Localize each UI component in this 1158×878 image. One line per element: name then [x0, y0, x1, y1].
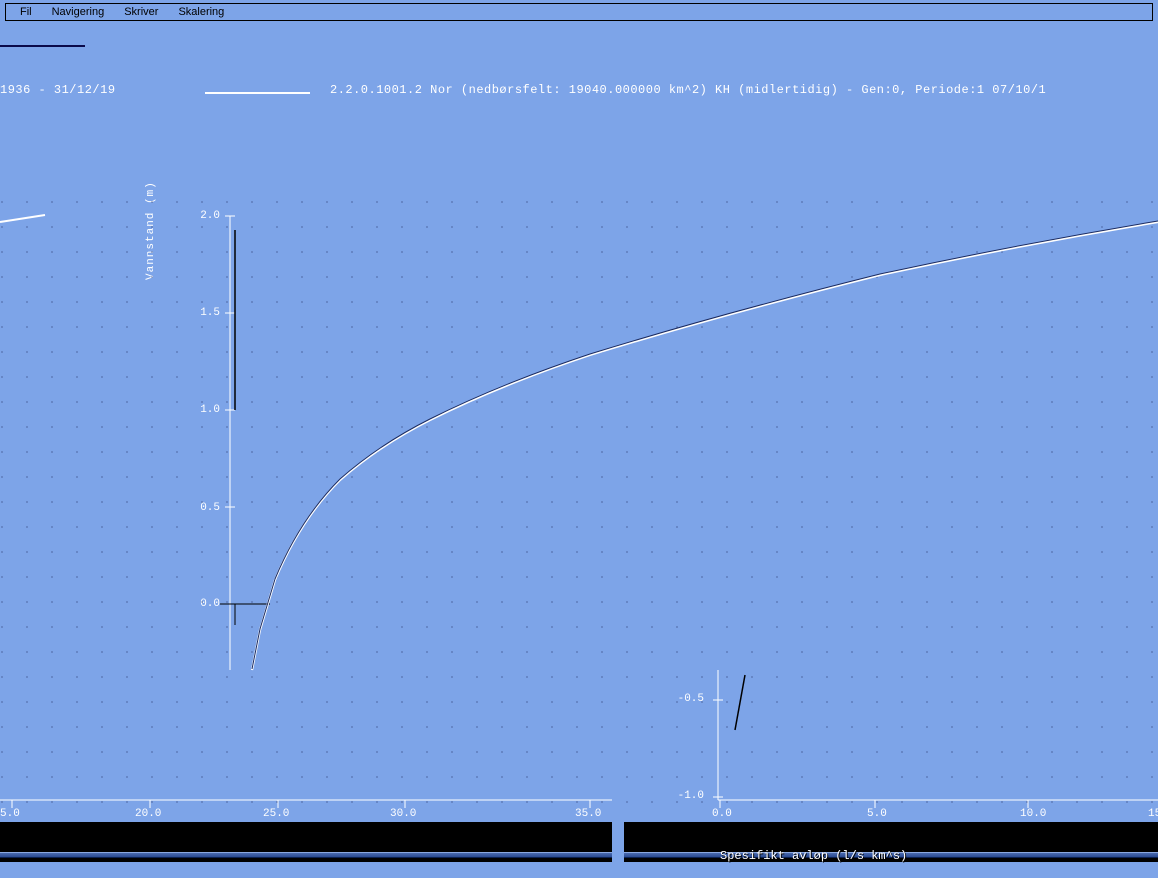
menu-skriver[interactable]: Skriver — [116, 5, 166, 19]
menu-skalering[interactable]: Skalering — [170, 5, 232, 19]
chart-canvas — [0, 200, 1158, 878]
legend-line-2 — [205, 92, 310, 94]
menu-fil[interactable]: Fil — [12, 5, 40, 19]
menubar: Fil Navigering Skriver Skalering — [5, 3, 1153, 21]
x-axis-label-right: Spesifikt avløp (l/s km^s) — [720, 849, 907, 863]
date-range-text: 1936 - 31/12/19 — [0, 83, 116, 97]
scrollbar-left[interactable] — [0, 852, 612, 858]
menu-navigering[interactable]: Navigering — [44, 5, 113, 19]
legend-line-1 — [0, 45, 85, 47]
series-info-text: 2.2.0.1001.2 Nor (nedbørsfelt: 19040.000… — [330, 83, 1158, 97]
